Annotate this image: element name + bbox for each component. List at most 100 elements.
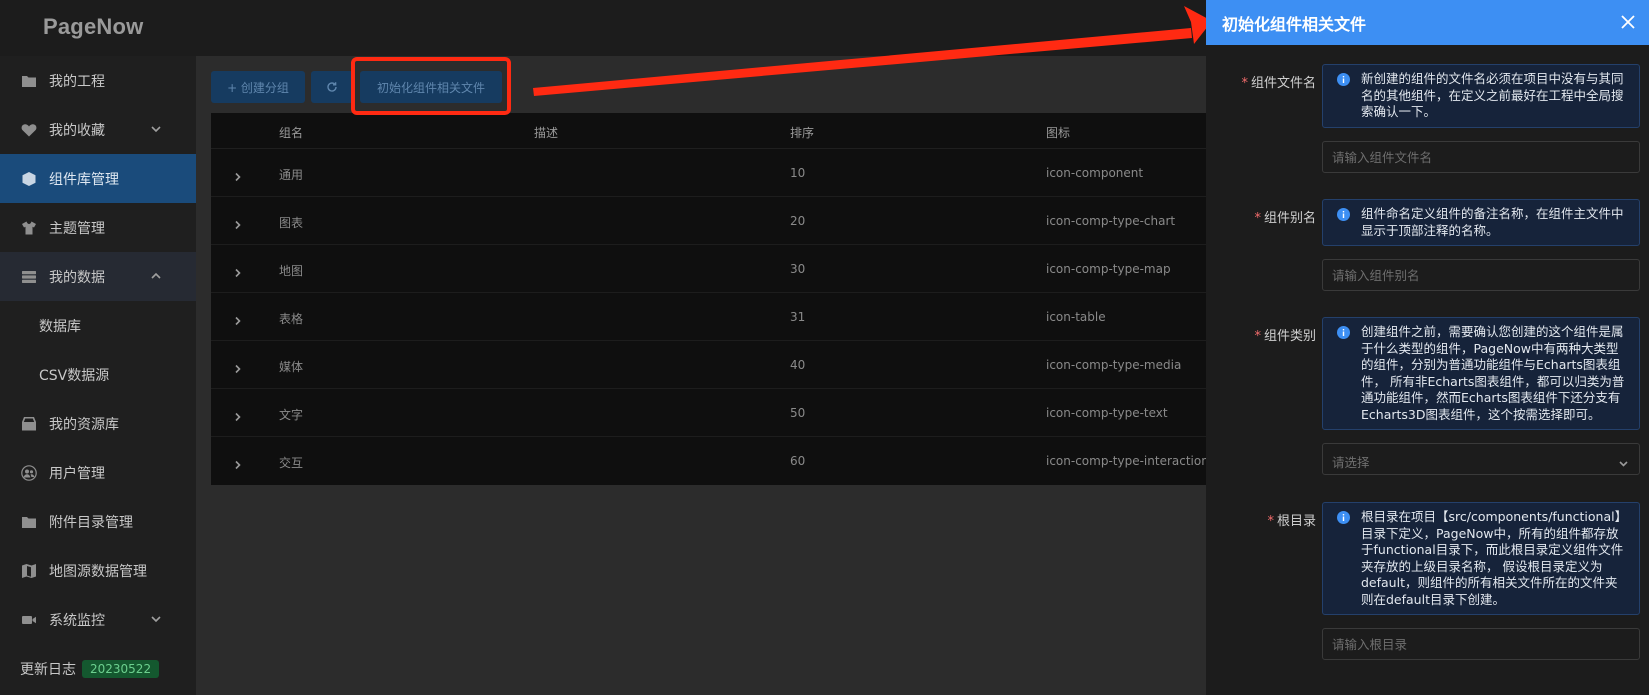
- tip-alias: 组件命名定义组件的备注名称，在组件主文件中显示于顶部注释的名称。: [1322, 199, 1640, 246]
- alias-input[interactable]: [1322, 259, 1640, 291]
- expand-icon[interactable]: [233, 167, 243, 182]
- field-label-alias: * 组件别名: [1254, 211, 1316, 226]
- sidebar-item-attachments[interactable]: 附件目录管理: [0, 497, 196, 546]
- sidebar-item-label: 我的资源库: [49, 416, 119, 433]
- root-dir-input[interactable]: [1322, 628, 1640, 660]
- sidebar-item-label: 我的收藏: [49, 122, 105, 139]
- annotation-highlight-box: [351, 57, 511, 115]
- sidebar-item-csv-source[interactable]: CSV数据源: [0, 350, 196, 399]
- cell-name: 文字: [279, 408, 304, 422]
- sidebar-item-label: 我的工程: [49, 73, 105, 90]
- cell-icon: icon-comp-type-text: [1046, 406, 1168, 420]
- sidebar-item-database[interactable]: 数据库: [0, 301, 196, 350]
- info-icon: [1337, 511, 1350, 524]
- cell-icon: icon-comp-type-media: [1046, 358, 1182, 372]
- map-icon: [21, 563, 37, 579]
- tip-category: 创建组件之前，需要确认您创建的这个组件是属于什么类型的组件，PageNow中有两…: [1322, 317, 1640, 430]
- cell-order: 60: [790, 454, 806, 468]
- field-label-file-name: * 组件文件名: [1241, 76, 1316, 91]
- drawer-title: 初始化组件相关文件: [1222, 15, 1367, 34]
- column-header: 组名: [279, 126, 304, 140]
- column-header: 描述: [534, 126, 559, 140]
- sidebar-item-label: 主题管理: [49, 220, 105, 237]
- cell-name: 媒体: [279, 360, 304, 374]
- info-icon: [1337, 73, 1350, 86]
- table-row[interactable]: 交互 60 icon-comp-type-interaction: [211, 437, 1209, 485]
- cell-name: 通用: [279, 168, 304, 182]
- database-icon: [21, 269, 37, 285]
- app-logo[interactable]: PageNow: [43, 14, 143, 40]
- refresh-button[interactable]: [311, 71, 353, 103]
- sidebar-item-label: 附件目录管理: [49, 514, 133, 531]
- group-table: 组名 描述 排序 图标 通用 10 icon-component 图表 20 i…: [211, 113, 1209, 485]
- sidebar-item-component-library[interactable]: 组件库管理: [0, 154, 196, 203]
- archive-icon: [21, 416, 37, 432]
- sidebar-item-label: 地图源数据管理: [49, 563, 147, 580]
- init-files-drawer: 初始化组件相关文件 * 组件文件名 新创建的组件的文件名必须在项目中没有与其同名的…: [1206, 0, 1649, 695]
- cell-icon: icon-comp-type-map: [1046, 262, 1171, 276]
- info-icon: [1337, 326, 1350, 339]
- close-icon[interactable]: [1619, 13, 1637, 31]
- sidebar-item-label: 组件库管理: [49, 171, 119, 188]
- column-header: 排序: [790, 126, 815, 140]
- cell-order: 50: [790, 406, 806, 420]
- expand-icon[interactable]: [233, 263, 243, 278]
- cell-name: 表格: [279, 312, 304, 326]
- sidebar-item-label: CSV数据源: [39, 367, 110, 384]
- sidebar-item-label: 用户管理: [49, 465, 105, 482]
- select-placeholder: 请选择: [1332, 455, 1370, 470]
- folder-icon: [21, 73, 37, 89]
- heart-icon: [21, 122, 37, 138]
- chevron-down-icon[interactable]: [150, 613, 162, 625]
- folder-icon: [21, 514, 37, 530]
- users-icon: [21, 464, 37, 481]
- sidebar-item-changelog[interactable]: 更新日志 20230522: [0, 644, 196, 693]
- cell-order: 31: [790, 310, 806, 324]
- cell-order: 20: [790, 214, 806, 228]
- chevron-up-icon[interactable]: [150, 270, 162, 282]
- field-label-root-dir: * 根目录: [1267, 514, 1316, 529]
- tshirt-icon: [21, 220, 37, 236]
- cell-name: 图表: [279, 216, 304, 230]
- create-group-button[interactable]: + 创建分组: [211, 71, 305, 103]
- changelog-label: 更新日志: [20, 661, 76, 678]
- table-row[interactable]: 表格 31 icon-table: [211, 293, 1206, 341]
- camera-icon: [21, 612, 37, 628]
- table-row[interactable]: 图表 20 icon-comp-type-chart: [211, 197, 1206, 245]
- table-row[interactable]: 通用 10 icon-component: [211, 149, 1206, 197]
- sidebar-item-themes[interactable]: 主题管理: [0, 203, 196, 252]
- sidebar: 我的工程 我的收藏 组件库管理 主题管理 我的数据 数据库 CSV数据源 我的资…: [0, 56, 196, 695]
- chevron-down-icon: [1618, 454, 1629, 467]
- sidebar-item-my-projects[interactable]: 我的工程: [0, 56, 196, 105]
- expand-icon[interactable]: [233, 215, 243, 230]
- info-icon: [1337, 208, 1350, 221]
- chevron-down-icon[interactable]: [150, 123, 162, 135]
- tip-root-dir: 根目录在项目【src/components/functional】目录下定义，P…: [1322, 502, 1640, 615]
- sidebar-item-monitoring[interactable]: 系统监控: [0, 595, 196, 644]
- cell-icon: icon-table: [1046, 310, 1106, 324]
- category-select[interactable]: 请选择: [1322, 443, 1640, 475]
- sidebar-item-label: 我的数据: [49, 269, 105, 286]
- cell-order: 30: [790, 262, 806, 276]
- table-row[interactable]: 地图 30 icon-comp-type-map: [211, 245, 1206, 293]
- sidebar-item-users[interactable]: 用户管理: [0, 448, 196, 497]
- expand-icon[interactable]: [233, 407, 243, 422]
- sidebar-item-map-data[interactable]: 地图源数据管理: [0, 546, 196, 595]
- table-row[interactable]: 文字 50 icon-comp-type-text: [211, 389, 1206, 437]
- cell-order: 40: [790, 358, 806, 372]
- file-name-input[interactable]: [1322, 141, 1640, 173]
- cube-icon: [21, 171, 37, 187]
- sidebar-item-resources[interactable]: 我的资源库: [0, 399, 196, 448]
- drawer-header: 初始化组件相关文件: [1206, 0, 1649, 45]
- sidebar-item-favorites[interactable]: 我的收藏: [0, 105, 196, 154]
- field-label-category: * 组件类别: [1254, 329, 1316, 344]
- table-header: 组名 描述 排序 图标: [211, 113, 1206, 149]
- expand-icon[interactable]: [233, 311, 243, 326]
- sidebar-item-my-data[interactable]: 我的数据: [0, 252, 196, 301]
- table-row[interactable]: 媒体 40 icon-comp-type-media: [211, 341, 1206, 389]
- cell-name: 地图: [279, 264, 304, 278]
- cell-icon: icon-comp-type-chart: [1046, 214, 1176, 228]
- cell-icon: icon-comp-type-interaction: [1046, 454, 1209, 468]
- expand-icon[interactable]: [233, 455, 243, 470]
- expand-icon[interactable]: [233, 359, 243, 374]
